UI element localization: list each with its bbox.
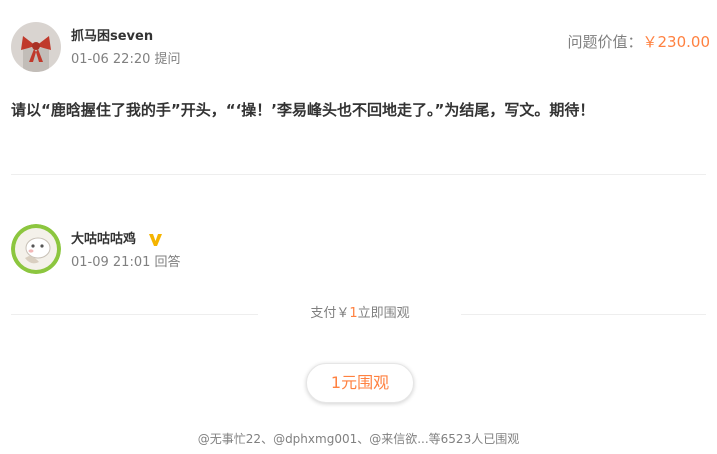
verified-v-icon (149, 234, 162, 246)
question-price: 问题价值：￥230.00 (567, 33, 710, 51)
answerer-meta: 01-09 21:01 回答 (71, 255, 181, 271)
answerer-date: 01-09 21:01 (71, 255, 151, 270)
asker-meta: 01-06 22:20 提问 (71, 52, 181, 68)
section-divider (11, 174, 706, 175)
pay-divider-left (11, 314, 258, 315)
answerer-name[interactable]: 大咕咕咕鸡 (71, 232, 136, 248)
watchers-list[interactable]: @无事忙22、@dphxmg001、@来信欲...等6523人已围观 (0, 432, 717, 447)
avatar-bow-icon (11, 22, 61, 72)
pay-prefix: 支付￥ (310, 306, 350, 321)
pay-prompt: 支付￥1立即围观 (260, 306, 460, 322)
answerer-avatar[interactable] (11, 224, 61, 274)
asker-date: 01-06 22:20 (71, 52, 151, 67)
avatar-cartoon-icon (11, 224, 61, 274)
pay-amount: 1 (349, 306, 358, 321)
asker-avatar[interactable] (11, 22, 61, 72)
pay-divider-right (461, 314, 706, 315)
pay-suffix: 立即围观 (357, 306, 410, 321)
question-text: 请以“鹿晗握住了我的手”开头，“‘操！’李易峰头也不回地走了。”为结尾，写文。期… (11, 101, 595, 119)
asker-action: 提问 (154, 52, 181, 67)
price-value: ￥230.00 (642, 33, 711, 51)
answerer-action: 回答 (154, 255, 181, 270)
asker-name[interactable]: 抓马困seven (71, 29, 153, 45)
price-label: 问题价值： (567, 33, 643, 51)
pay-watch-button[interactable]: 1元围观 (306, 363, 414, 403)
